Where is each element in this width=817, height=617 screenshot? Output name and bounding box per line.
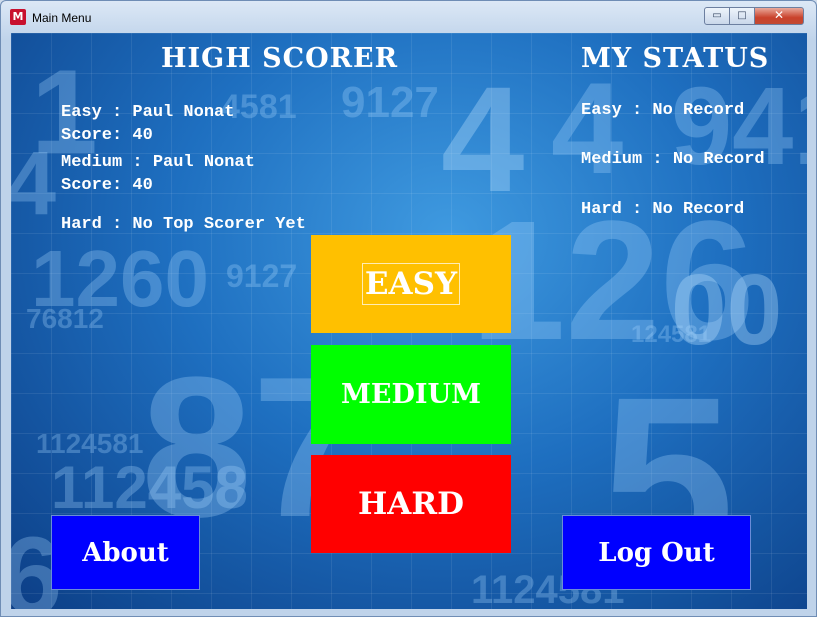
about-button[interactable]: About xyxy=(51,515,200,590)
window-title: Main Menu xyxy=(32,11,92,25)
close-button[interactable]: ✕ xyxy=(754,7,804,25)
high-score-hard: Hard : No Top Scorer Yet xyxy=(61,215,306,234)
logout-button-label: Log Out xyxy=(598,537,715,568)
about-button-label: About xyxy=(82,537,169,568)
easy-button[interactable]: EASY xyxy=(311,235,511,333)
logout-button[interactable]: Log Out xyxy=(562,515,751,590)
maximize-button[interactable]: □ xyxy=(729,7,755,25)
my-status-heading: MY STATUS xyxy=(581,43,770,74)
my-status-medium: Medium : No Record xyxy=(581,150,765,169)
high-score-easy-name: Easy : Paul Nonat xyxy=(61,103,235,122)
high-score-easy-score: Score: 40 xyxy=(61,126,153,145)
hard-button-label: HARD xyxy=(358,486,464,522)
easy-button-label: EASY xyxy=(361,263,461,305)
title-bar[interactable]: M Main Menu ▭ □ ✕ xyxy=(1,1,816,33)
main-menu-window: M Main Menu ▭ □ ✕ 4 4 941 9127 4581 1 4 … xyxy=(0,0,817,617)
high-scorer-heading: HIGH SCORER xyxy=(161,43,399,74)
high-score-medium-score: Score: 40 xyxy=(61,176,153,195)
high-score-medium-name: Medium : Paul Nonat xyxy=(61,153,255,172)
my-status-hard: Hard : No Record xyxy=(581,200,745,219)
medium-button[interactable]: MEDIUM xyxy=(311,345,511,444)
menu-panel: 4 4 941 9127 4581 1 4 126 00 1260 9127 7… xyxy=(11,33,807,609)
minimize-button[interactable]: ▭ xyxy=(704,7,730,25)
my-status-easy: Easy : No Record xyxy=(581,101,745,120)
hard-button[interactable]: HARD xyxy=(311,455,511,553)
app-logo-icon: M xyxy=(10,9,26,25)
medium-button-label: MEDIUM xyxy=(341,379,481,410)
